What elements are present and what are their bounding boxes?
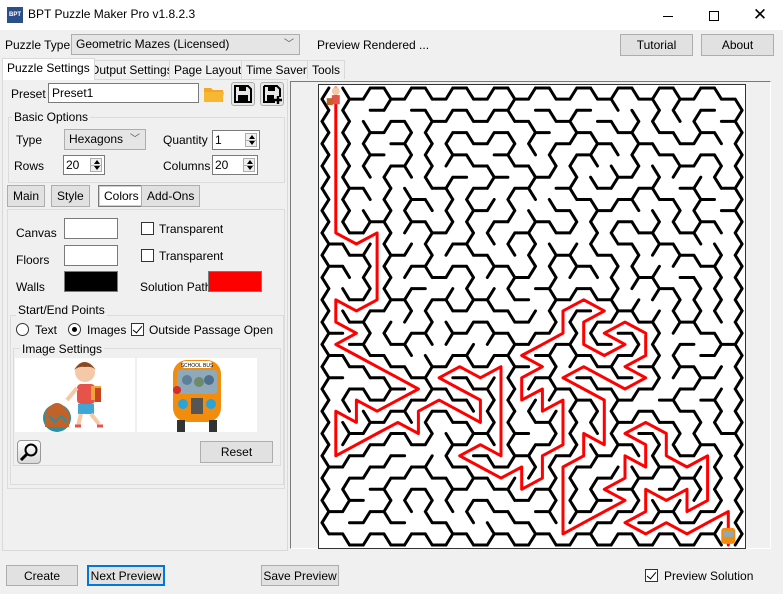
rows-stepper[interactable]: 20 <box>63 155 105 175</box>
rows-value: 20 <box>66 158 80 172</box>
tab-time-saver[interactable]: Time Saver <box>241 60 312 79</box>
columns-label: Columns <box>163 159 211 173</box>
tutorial-button[interactable]: Tutorial <box>620 34 693 56</box>
shape-type-value: Hexagons <box>69 132 124 146</box>
quantity-value: 1 <box>215 133 222 147</box>
quantity-stepper[interactable]: 1 <box>212 130 260 150</box>
maze-canvas <box>320 86 744 547</box>
outside-passage-label: Outside Passage Open <box>149 323 274 337</box>
subtab-add-ons[interactable]: Add-Ons <box>141 185 201 207</box>
subtab-style[interactable]: Style <box>51 185 90 207</box>
chevron-down-icon: ﹀ <box>130 134 140 145</box>
tab-tools[interactable]: Tools <box>307 60 346 79</box>
save-preset-as-button[interactable] <box>260 82 284 106</box>
minimize-button[interactable] <box>645 0 691 30</box>
open-preset-button[interactable] <box>202 82 226 106</box>
puzzle-type-label: Puzzle Type <box>5 38 71 52</box>
end-image[interactable]: SCHOOL BUS <box>137 358 257 432</box>
title-bar: BPT BPT Puzzle Maker Pro v1.8.2.3 ✕ <box>0 0 783 30</box>
floors-color-swatch[interactable] <box>64 245 118 266</box>
status-text: Preview Rendered ... <box>317 38 430 52</box>
quantity-label: Quantity <box>163 133 208 147</box>
canvas-color-swatch[interactable] <box>64 218 118 239</box>
floors-transparent-checkbox[interactable] <box>141 249 154 262</box>
images-radio[interactable] <box>68 323 81 336</box>
rows-label: Rows <box>14 159 45 173</box>
maze-walls <box>320 86 744 547</box>
maximize-button[interactable] <box>691 0 737 30</box>
text-radio[interactable] <box>16 323 29 336</box>
maximize-icon <box>709 11 719 22</box>
columns-stepper[interactable]: 20 <box>212 155 258 175</box>
minimize-icon <box>663 15 673 17</box>
tab-puzzle-settings[interactable]: Puzzle Settings <box>2 58 95 80</box>
walls-color-swatch[interactable] <box>64 271 118 292</box>
canvas-transparent-checkbox[interactable] <box>141 222 154 235</box>
folder-open-icon <box>204 88 224 102</box>
basic-options-title: Basic Options <box>12 110 91 124</box>
create-button[interactable]: Create <box>6 565 78 586</box>
tab-page-layout[interactable]: Page Layout <box>169 60 247 79</box>
end-marker-icon <box>721 527 736 544</box>
canvas-label: Canvas <box>16 226 57 240</box>
save-preset-button[interactable] <box>231 82 255 106</box>
window-title: BPT Puzzle Maker Pro v1.8.2.3 <box>28 7 196 21</box>
maze-preview[interactable] <box>318 84 746 549</box>
save-preview-button[interactable]: Save Preview <box>261 565 339 586</box>
spin-arrows-icon[interactable] <box>243 158 255 172</box>
floors-transparent-label: Transparent <box>159 249 224 263</box>
spin-arrows-icon[interactable] <box>90 158 102 172</box>
zoom-image-button[interactable] <box>17 440 41 464</box>
solution-path-color-swatch[interactable] <box>208 271 262 292</box>
preview-solution-checkbox[interactable] <box>645 569 658 582</box>
type-label: Type <box>16 133 43 147</box>
outside-passage-checkbox[interactable] <box>131 323 144 336</box>
floors-label: Floors <box>16 253 50 267</box>
about-button[interactable]: About <box>701 34 774 56</box>
magnifier-icon <box>19 443 38 462</box>
preset-label: Preset <box>11 87 46 101</box>
start-image[interactable] <box>15 358 135 432</box>
save-as-icon <box>263 85 282 104</box>
reset-button[interactable]: Reset <box>200 441 273 463</box>
app-icon: BPT <box>7 7 23 23</box>
text-radio-label: Text <box>35 323 58 337</box>
tab-output-settings[interactable]: Output Settings <box>85 60 178 79</box>
close-button[interactable]: ✕ <box>737 0 783 30</box>
puzzle-type-value: Geometric Mazes (Licensed) <box>76 37 230 51</box>
preview-solution-label: Preview Solution <box>664 569 754 583</box>
columns-value: 20 <box>215 158 229 172</box>
subtab-main[interactable]: Main <box>7 185 46 207</box>
school-bus-image: SCHOOL BUS <box>173 360 221 432</box>
image-settings-title: Image Settings <box>20 342 105 356</box>
next-preview-button[interactable]: Next Preview <box>87 565 165 586</box>
preset-input[interactable]: Preset1 <box>48 83 199 103</box>
maze-wall-lines <box>320 86 744 547</box>
boy-with-backpack-image <box>43 362 103 432</box>
chevron-down-icon: ﹀ <box>284 39 294 50</box>
close-icon: ✕ <box>752 5 768 24</box>
subtab-colors[interactable]: Colors <box>98 185 145 207</box>
canvas-transparent-label: Transparent <box>159 222 224 236</box>
start-end-title: Start/End Points <box>16 303 107 317</box>
shape-type-select[interactable]: Hexagons ﹀ <box>64 129 146 150</box>
puzzle-type-select[interactable]: Geometric Mazes (Licensed) ﹀ <box>71 34 300 55</box>
walls-label: Walls <box>16 280 45 294</box>
bus-sign-text: SCHOOL BUS <box>181 363 214 369</box>
solution-path-label: Solution Path <box>140 280 212 294</box>
spin-arrows-icon[interactable] <box>245 133 257 147</box>
save-icon <box>234 85 252 103</box>
images-radio-label: Images <box>87 323 127 337</box>
